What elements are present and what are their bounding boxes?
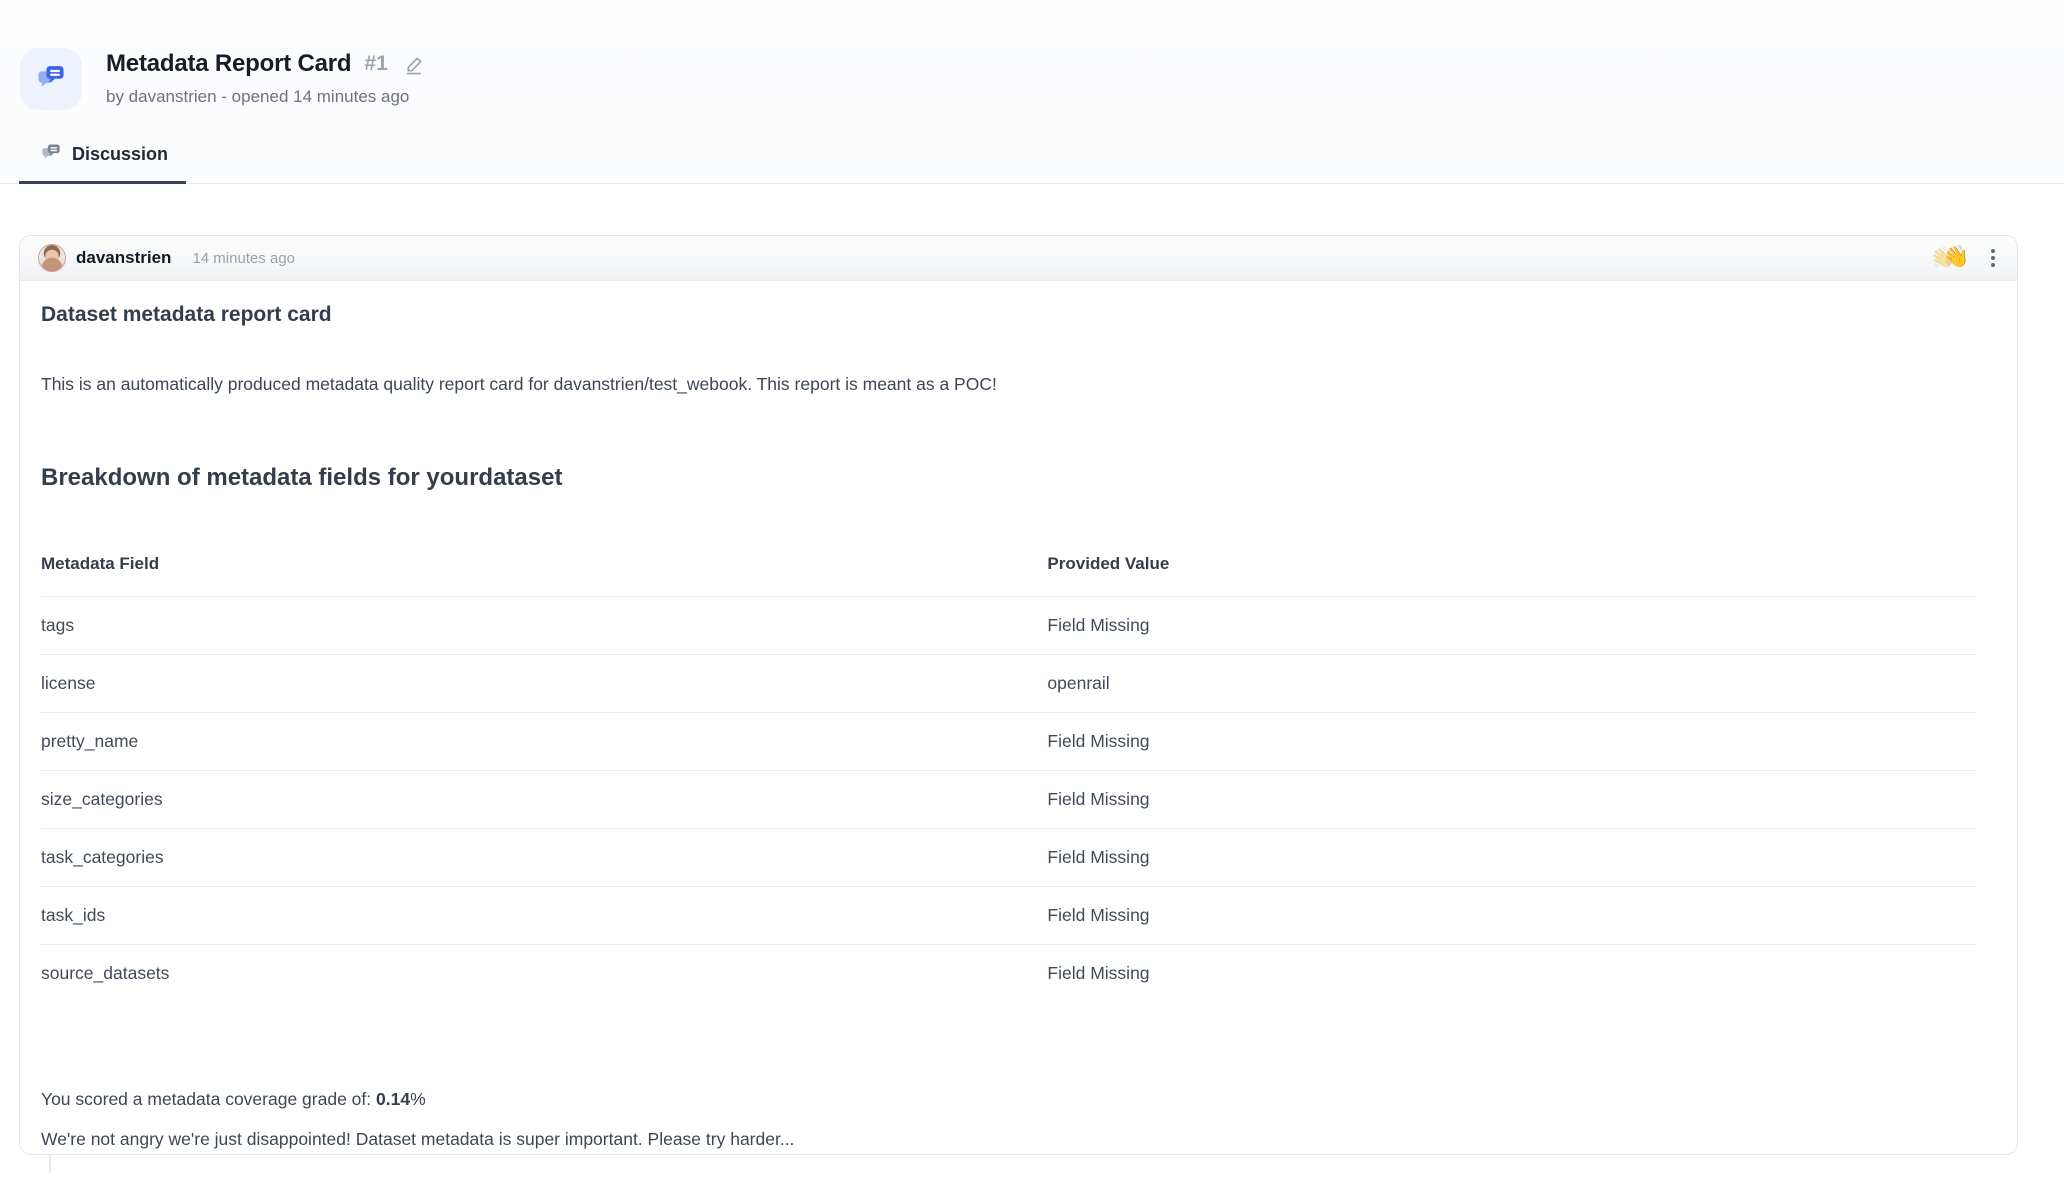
comment-author[interactable]: davanstrien [76,248,171,268]
table-cell: tags [41,596,1048,655]
add-reaction-button[interactable]: 👋 👋 [1925,244,1971,273]
score-suffix: % [410,1089,426,1109]
table-row: task_categories Field Missing [41,828,1977,887]
tab-discussion-label: Discussion [72,144,169,164]
table-cell: Field Missing [1047,596,1977,655]
table-header-row: Metadata Field Provided Value [41,538,1977,597]
score-line: You scored a metadata coverage grade of:… [41,1088,1996,1111]
table-cell: license [41,654,1048,713]
report-card-heading: Dataset metadata report card [41,303,332,326]
table-cell: source_datasets [41,963,170,983]
table-row: size_categories Field Missing [41,770,1977,829]
intro-paragraph: This is an automatically produced metada… [41,374,997,394]
table-cell: Field Missing [1047,712,1977,771]
metadata-table: Metadata Field Provided Value tags Field … [41,538,1977,1003]
table-cell: Field Missing [1047,963,1150,983]
table-cell: Field Missing [1047,770,1977,829]
avatar[interactable] [38,244,66,272]
table-cell: pretty_name [41,712,1048,771]
breakdown-heading: Breakdown of metadata fields for yourdat… [41,464,563,491]
table-row: license openrail [41,654,1977,713]
column-header-field: Metadata Field [41,538,1048,597]
comment-header: davanstrien 14 minutes ago 👋 👋 [20,236,2017,281]
score-prefix: You scored a metadata coverage grade of: [41,1089,376,1109]
edit-title-icon[interactable] [403,53,426,76]
page-header: Metadata Report Card #1 by davanstrien -… [0,0,2064,184]
page-title: Metadata Report Card [106,50,352,77]
table-row: source_datasets Field Missing [41,945,1976,1003]
table-cell: Field Missing [1047,828,1977,887]
table-cell: Field Missing [1047,886,1977,945]
discussion-badge [20,48,82,110]
comment-body: Dataset metadata report card This is an … [20,303,2017,1151]
issue-byline: by davanstrien - opened 14 minutes ago [106,87,410,106]
wave-emoji-icon: 👋 [1941,244,1971,271]
table-row: task_ids Field Missing [41,886,1977,945]
column-header-value: Provided Value [1047,538,1977,597]
tab-discussion[interactable]: Discussion [19,131,187,184]
kebab-menu-icon[interactable] [1987,244,1999,272]
table-row: tags Field Missing [41,596,1977,655]
comment-card: davanstrien 14 minutes ago 👋 👋 Dataset m… [19,235,2018,1155]
discussion-bubbles-icon [35,61,67,98]
score-value: 0.14 [376,1089,411,1109]
table-cell: task_categories [41,828,1048,887]
tab-bar: Discussion [0,131,2064,184]
discussion-tab-icon [40,141,62,168]
table-cell: openrail [1047,654,1977,713]
table-cell: task_ids [41,886,1048,945]
table-cell: size_categories [41,770,1048,829]
closing-remark: We're not angry we're just disappointed!… [41,1129,795,1149]
thread-connector-line [49,1155,51,1173]
table-row: pretty_name Field Missing [41,712,1977,771]
comment-timestamp: 14 minutes ago [192,249,296,267]
issue-number: #1 [364,52,388,75]
